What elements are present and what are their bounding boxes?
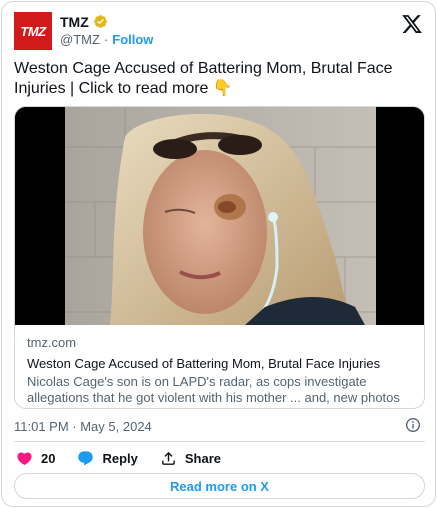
article-photo-image bbox=[15, 107, 424, 325]
link-preview-card[interactable]: tmz.com Weston Cage Accused of Battering… bbox=[14, 106, 425, 409]
handle-separator: · bbox=[103, 32, 109, 47]
reply-button[interactable]: Reply bbox=[77, 450, 138, 467]
share-icon bbox=[162, 451, 175, 465]
share-button[interactable]: Share bbox=[160, 450, 221, 467]
author-name-row: TMZ bbox=[60, 13, 108, 30]
like-button[interactable]: 20 bbox=[16, 450, 55, 467]
link-domain: tmz.com bbox=[27, 335, 77, 350]
author-name[interactable]: TMZ bbox=[60, 14, 89, 30]
link-title: Weston Cage Accused of Battering Mom, Br… bbox=[27, 356, 381, 371]
author-handle-row: @TMZ · Follow bbox=[60, 32, 153, 47]
avatar[interactable]: TMZ bbox=[14, 12, 52, 50]
info-icon[interactable] bbox=[405, 417, 421, 433]
link-meta: tmz.com Weston Cage Accused of Battering… bbox=[27, 335, 419, 408]
action-bar: 20 Reply Share bbox=[16, 449, 243, 467]
tweet-timestamp[interactable]: 11:01 PM · May 5, 2024 bbox=[14, 419, 152, 434]
share-label: Share bbox=[184, 450, 222, 466]
reply-bubble-icon bbox=[78, 450, 94, 465]
article-photo[interactable] bbox=[15, 107, 424, 325]
follow-button[interactable]: Follow bbox=[112, 32, 153, 47]
avatar-text: TMZ bbox=[20, 23, 46, 39]
read-more-button[interactable]: Read more on X bbox=[14, 473, 425, 499]
divider bbox=[14, 441, 425, 442]
heart-icon bbox=[17, 451, 32, 465]
tweet-embed-card: TMZ TMZ @TMZ · Follow Weston Cage Accuse… bbox=[1, 1, 436, 507]
like-count: 20 bbox=[41, 450, 56, 466]
verified-badge-icon bbox=[93, 15, 107, 28]
tweet-text: Weston Cage Accused of Battering Mom, Br… bbox=[14, 60, 393, 97]
link-description: Nicolas Cage's son is on LAPD's radar, a… bbox=[27, 374, 400, 408]
tweet-header: TMZ TMZ @TMZ · Follow bbox=[14, 12, 425, 50]
x-logo-icon[interactable] bbox=[401, 13, 423, 35]
reply-label: Reply bbox=[102, 450, 138, 466]
author-handle[interactable]: @TMZ bbox=[60, 32, 100, 47]
